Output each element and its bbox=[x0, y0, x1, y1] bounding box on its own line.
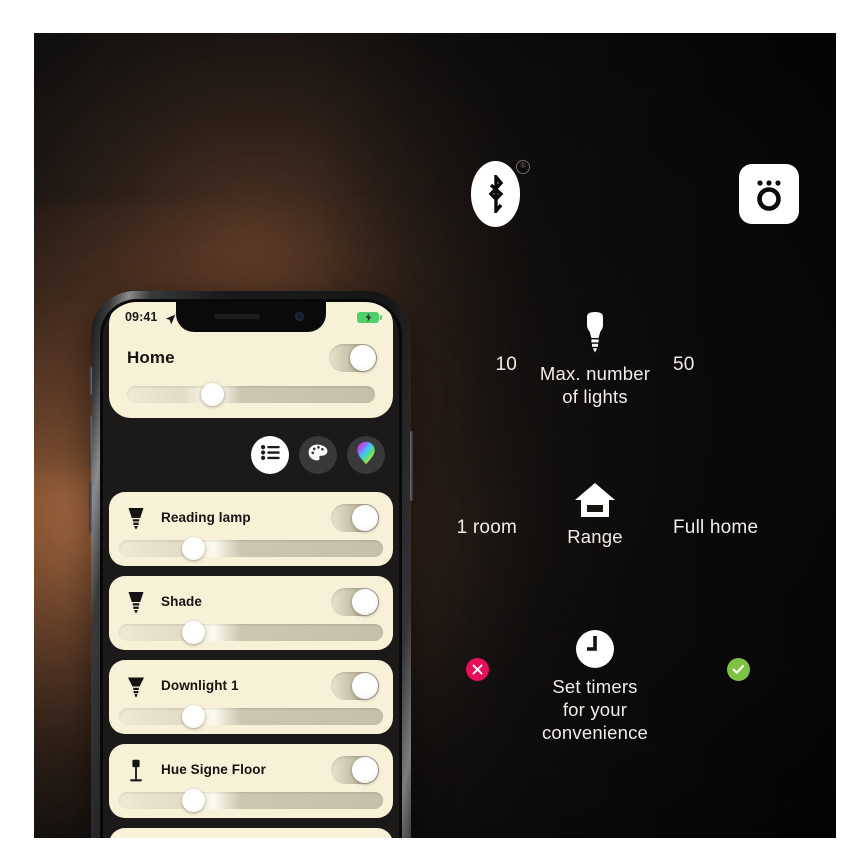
home-icon bbox=[480, 471, 710, 519]
toggle-knob bbox=[352, 673, 378, 699]
battery-charging-icon bbox=[357, 312, 382, 323]
light-name: Shade bbox=[161, 594, 203, 609]
range-label-line1: Range bbox=[567, 526, 623, 547]
light-name: Hue Signe Floor bbox=[161, 762, 267, 777]
location-arrow-icon bbox=[165, 312, 176, 330]
page-title: Home bbox=[127, 348, 175, 367]
list-item[interactable]: Reading lamp bbox=[109, 492, 393, 566]
home-master-toggle[interactable] bbox=[329, 344, 377, 372]
promo-image-canvas: ® 10 50 Max. number of lights 1 room Ful… bbox=[34, 33, 836, 838]
slider-knob[interactable] bbox=[201, 383, 225, 406]
light-brightness-slider[interactable] bbox=[119, 705, 383, 728]
phone-mute-switch[interactable] bbox=[89, 367, 92, 395]
toggle-knob bbox=[352, 589, 378, 615]
list-item[interactable]: Downlight 1 bbox=[109, 660, 393, 734]
timers-label: Set timers for your convenience bbox=[480, 675, 710, 744]
toggle-knob bbox=[352, 757, 378, 783]
slider-knob[interactable] bbox=[182, 705, 206, 728]
floor-lamp-icon bbox=[125, 758, 147, 784]
home-header-card: 09:41 Home bbox=[109, 302, 393, 418]
phone-bezel: 09:41 Home Reading lamp Shade Downlight … bbox=[100, 299, 402, 838]
list-item[interactable]: Hue Signe Floor bbox=[109, 744, 393, 818]
list-icon bbox=[260, 445, 280, 465]
status-badge-supported bbox=[727, 658, 750, 681]
bluetooth-icon bbox=[471, 161, 520, 227]
light-brightness-slider[interactable] bbox=[119, 537, 383, 560]
phone-mockup: 09:41 Home Reading lamp Shade Downlight … bbox=[89, 291, 413, 838]
light-brightness-slider[interactable] bbox=[119, 621, 383, 644]
phone-screen: 09:41 Home Reading lamp Shade Downlight … bbox=[103, 302, 399, 838]
phone-volume-up-button[interactable] bbox=[89, 416, 92, 468]
bulb-spot-icon bbox=[125, 506, 147, 532]
tab-rooms-list[interactable] bbox=[251, 436, 289, 474]
bulb-icon bbox=[480, 308, 710, 356]
range-label: Range bbox=[480, 525, 710, 548]
home-brightness-slider[interactable] bbox=[127, 383, 375, 406]
timers-label-line1: Set timers bbox=[552, 676, 638, 697]
light-toggle[interactable] bbox=[331, 672, 379, 700]
timers-label-line2: for your bbox=[562, 699, 628, 720]
clock-icon bbox=[480, 621, 710, 669]
light-name: Downlight 1 bbox=[161, 678, 239, 693]
color-pin-icon bbox=[356, 441, 376, 470]
registered-trademark-icon: ® bbox=[516, 160, 530, 174]
toggle-knob bbox=[352, 505, 378, 531]
bulb-spot-icon bbox=[125, 590, 147, 616]
list-item[interactable]: Shade bbox=[109, 576, 393, 650]
status-bar-time: 09:41 bbox=[125, 310, 158, 324]
light-toggle[interactable] bbox=[331, 588, 379, 616]
toggle-knob bbox=[350, 345, 376, 371]
phone-volume-down-button[interactable] bbox=[89, 481, 92, 533]
slider-knob[interactable] bbox=[182, 621, 206, 644]
slider-knob[interactable] bbox=[182, 537, 206, 560]
screenshot-root: ® 10 50 Max. number of lights 1 room Ful… bbox=[0, 0, 868, 868]
zigbee-icon bbox=[739, 164, 799, 224]
light-toggle[interactable] bbox=[331, 504, 379, 532]
light-brightness-slider[interactable] bbox=[119, 789, 383, 812]
timers-label-line3: convenience bbox=[541, 722, 649, 743]
slider-knob[interactable] bbox=[182, 789, 206, 812]
list-item[interactable]: Hue Flourish bbox=[109, 828, 393, 838]
phone-power-button[interactable] bbox=[410, 431, 413, 501]
bulb-downlight-icon bbox=[125, 674, 147, 700]
palette-icon bbox=[308, 444, 328, 467]
view-mode-tabs[interactable] bbox=[251, 436, 385, 474]
max-lights-label-line1: Max. number bbox=[539, 363, 651, 384]
light-toggle[interactable] bbox=[331, 756, 379, 784]
max-lights-label: Max. number of lights bbox=[480, 362, 710, 408]
tab-scenes-palette[interactable] bbox=[299, 436, 337, 474]
status-bar: 09:41 bbox=[109, 310, 393, 328]
lights-list: Reading lamp Shade Downlight 1 Hue Signe… bbox=[109, 492, 393, 838]
max-lights-label-line2: of lights bbox=[562, 386, 628, 407]
tab-colors-picker[interactable] bbox=[347, 436, 385, 474]
light-name: Reading lamp bbox=[161, 510, 251, 525]
